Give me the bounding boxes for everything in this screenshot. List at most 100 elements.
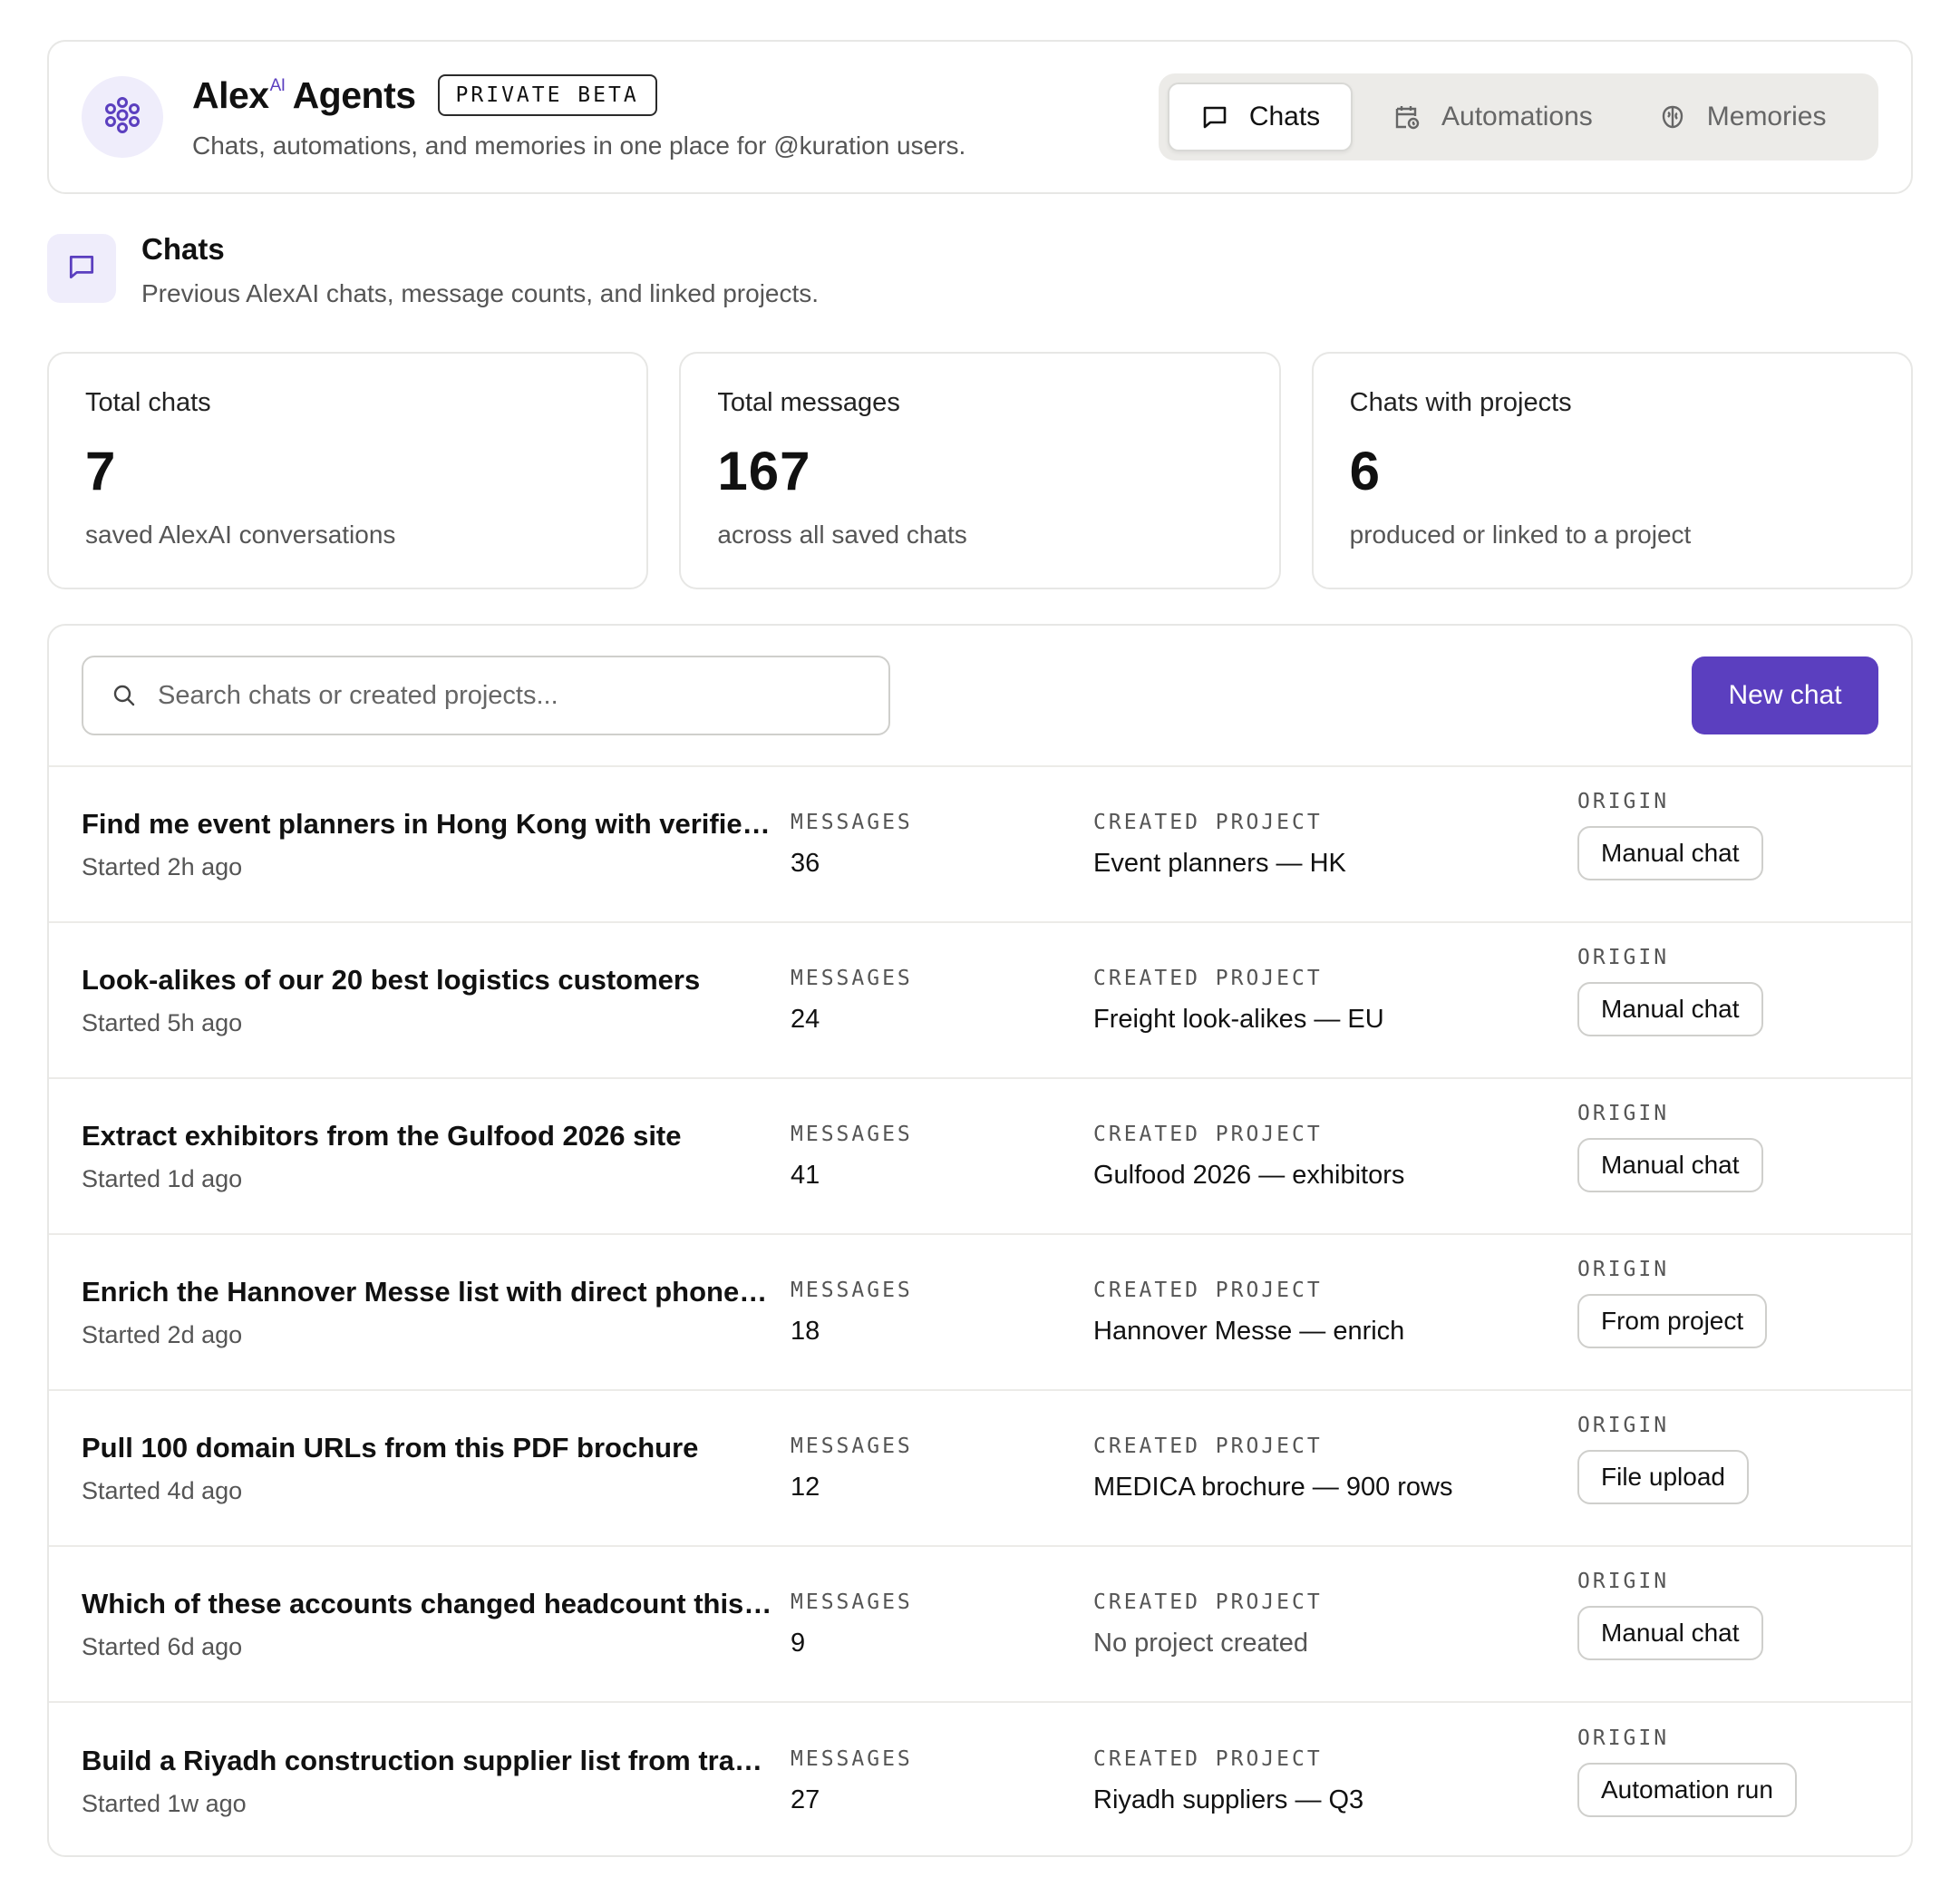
project-label: CREATED PROJECT bbox=[1093, 810, 1323, 834]
calendar-clock-icon bbox=[1392, 102, 1421, 131]
chat-bubble-icon bbox=[66, 251, 97, 287]
chat-title[interactable]: Look-alikes of our 20 best logistics cus… bbox=[82, 964, 772, 997]
project-name[interactable]: Riyadh suppliers — Q3 bbox=[1093, 1785, 1577, 1815]
chat-title[interactable]: Build a Riyadh construction supplier lis… bbox=[82, 1745, 772, 1777]
chat-started: Started 1d ago bbox=[82, 1164, 243, 1192]
origin-badge: Manual chat bbox=[1577, 1606, 1763, 1660]
project-label: CREATED PROJECT bbox=[1093, 1746, 1323, 1771]
table-row[interactable]: Build a Riyadh construction supplier lis… bbox=[49, 1703, 1911, 1855]
origin-badge: Manual chat bbox=[1577, 1138, 1763, 1192]
chat-started: Started 4d ago bbox=[82, 1476, 243, 1504]
chat-list-toolbar: New chat bbox=[49, 626, 1911, 767]
chat-title[interactable]: Enrich the Hannover Messe list with dire… bbox=[82, 1276, 772, 1308]
stat-caption: saved AlexAI conversations bbox=[85, 520, 396, 549]
message-count: 9 bbox=[791, 1628, 806, 1658]
search-icon bbox=[111, 682, 138, 709]
chat-list-card: New chat Find me event planners in Hong … bbox=[47, 624, 1913, 1857]
messages-label: MESSAGES bbox=[791, 1746, 913, 1771]
stat-label: Total chats bbox=[85, 388, 211, 417]
messages-label: MESSAGES bbox=[791, 966, 913, 990]
project-name[interactable]: Event planners — HK bbox=[1093, 849, 1577, 879]
new-chat-button[interactable]: New chat bbox=[1692, 656, 1878, 734]
flower-icon bbox=[102, 95, 142, 140]
origin-badge: Manual chat bbox=[1577, 826, 1763, 880]
origin-badge: File upload bbox=[1577, 1450, 1749, 1504]
origin-badge: From project bbox=[1577, 1294, 1768, 1348]
search-input[interactable] bbox=[158, 680, 861, 711]
project-name[interactable]: Hannover Messe — enrich bbox=[1093, 1317, 1577, 1347]
page-title: Chats bbox=[141, 232, 225, 266]
chat-rows: Find me event planners in Hong Kong with… bbox=[49, 767, 1911, 1855]
stat-value: 6 bbox=[1349, 441, 1382, 501]
brand-block: AlexAI Agents PRIVATE BETA Chats, automat… bbox=[192, 74, 1159, 160]
messages-label: MESSAGES bbox=[791, 1590, 913, 1614]
app-header: AlexAI Agents PRIVATE BETA Chats, automat… bbox=[47, 40, 1913, 194]
messages-label: MESSAGES bbox=[791, 810, 913, 834]
message-count: 24 bbox=[791, 1004, 820, 1034]
message-count: 18 bbox=[791, 1316, 820, 1346]
message-count: 27 bbox=[791, 1785, 820, 1814]
app-logo bbox=[82, 76, 163, 158]
stat-card-chats-with-projects: Chats with projects 6 produced or linked… bbox=[1311, 352, 1913, 589]
project-label: CREATED PROJECT bbox=[1093, 1434, 1323, 1458]
table-row[interactable]: Enrich the Hannover Messe list with dire… bbox=[49, 1235, 1911, 1391]
message-count: 36 bbox=[791, 848, 820, 878]
section-header: Chats Previous AlexAI chats, message cou… bbox=[47, 232, 1913, 310]
origin-label: ORIGIN bbox=[1577, 790, 1670, 813]
chat-started: Started 1w ago bbox=[82, 1789, 247, 1817]
chat-started: Started 6d ago bbox=[82, 1632, 243, 1660]
table-row[interactable]: Which of these accounts changed headcoun… bbox=[49, 1547, 1911, 1703]
tab-label: Chats bbox=[1248, 102, 1321, 131]
table-row[interactable]: Find me event planners in Hong Kong with… bbox=[49, 767, 1911, 923]
stats-row: Total chats 7 saved AlexAI conversations… bbox=[47, 352, 1913, 589]
page-description: Previous AlexAI chats, message counts, a… bbox=[141, 279, 820, 307]
origin-label: ORIGIN bbox=[1577, 1726, 1670, 1750]
chat-started: Started 2h ago bbox=[82, 852, 243, 880]
chat-title[interactable]: Extract exhibitors from the Gulfood 2026… bbox=[82, 1120, 772, 1152]
project-label: CREATED PROJECT bbox=[1093, 1278, 1323, 1302]
tab-label: Memories bbox=[1706, 102, 1827, 131]
tab-chats[interactable]: Chats bbox=[1168, 83, 1353, 151]
project-name[interactable]: Freight look-alikes — EU bbox=[1093, 1005, 1577, 1035]
messages-label: MESSAGES bbox=[791, 1278, 913, 1302]
chat-title[interactable]: Pull 100 domain URLs from this PDF broch… bbox=[82, 1432, 772, 1464]
chat-bubble-icon bbox=[1200, 102, 1229, 131]
app-title: AlexAI Agents bbox=[192, 73, 416, 116]
project-name: No project created bbox=[1093, 1628, 1308, 1658]
messages-label: MESSAGES bbox=[791, 1122, 913, 1146]
section-icon-box bbox=[47, 234, 116, 303]
origin-label: ORIGIN bbox=[1577, 946, 1670, 969]
stat-card-total-chats: Total chats 7 saved AlexAI conversations bbox=[47, 352, 649, 589]
tab-memories[interactable]: Memories bbox=[1631, 83, 1854, 151]
stat-card-total-messages: Total messages 167 across all saved chat… bbox=[679, 352, 1281, 589]
stat-caption: across all saved chats bbox=[717, 520, 967, 549]
chat-title[interactable]: Find me event planners in Hong Kong with… bbox=[82, 808, 772, 841]
stat-value: 7 bbox=[85, 441, 117, 501]
message-count: 12 bbox=[791, 1472, 820, 1502]
stat-label: Chats with projects bbox=[1349, 388, 1572, 417]
table-row[interactable]: Pull 100 domain URLs from this PDF broch… bbox=[49, 1391, 1911, 1547]
brain-icon bbox=[1658, 102, 1687, 131]
private-beta-badge: PRIVATE BETA bbox=[437, 74, 657, 116]
project-label: CREATED PROJECT bbox=[1093, 1122, 1323, 1146]
app-subtitle: Chats, automations, and memories in one … bbox=[192, 131, 966, 160]
chat-started: Started 5h ago bbox=[82, 1008, 243, 1036]
project-name[interactable]: Gulfood 2026 — exhibitors bbox=[1093, 1161, 1577, 1191]
message-count: 41 bbox=[791, 1160, 820, 1190]
agents-page: AlexAI Agents PRIVATE BETA Chats, automat… bbox=[0, 0, 1960, 1877]
origin-badge: Automation run bbox=[1577, 1763, 1797, 1817]
origin-label: ORIGIN bbox=[1577, 1414, 1670, 1437]
app-title-sup: AI bbox=[269, 75, 286, 95]
chat-title[interactable]: Which of these accounts changed headcoun… bbox=[82, 1588, 772, 1620]
tab-automations[interactable]: Automations bbox=[1365, 83, 1620, 151]
search-box[interactable] bbox=[82, 656, 890, 735]
table-row[interactable]: Extract exhibitors from the Gulfood 2026… bbox=[49, 1079, 1911, 1235]
tab-label: Automations bbox=[1441, 102, 1593, 131]
stat-label: Total messages bbox=[717, 388, 900, 417]
project-name[interactable]: MEDICA brochure — 900 rows bbox=[1093, 1473, 1577, 1503]
stat-value: 167 bbox=[717, 441, 811, 501]
table-row[interactable]: Look-alikes of our 20 best logistics cus… bbox=[49, 923, 1911, 1079]
project-label: CREATED PROJECT bbox=[1093, 1590, 1323, 1614]
project-label: CREATED PROJECT bbox=[1093, 966, 1323, 990]
messages-label: MESSAGES bbox=[791, 1434, 913, 1458]
